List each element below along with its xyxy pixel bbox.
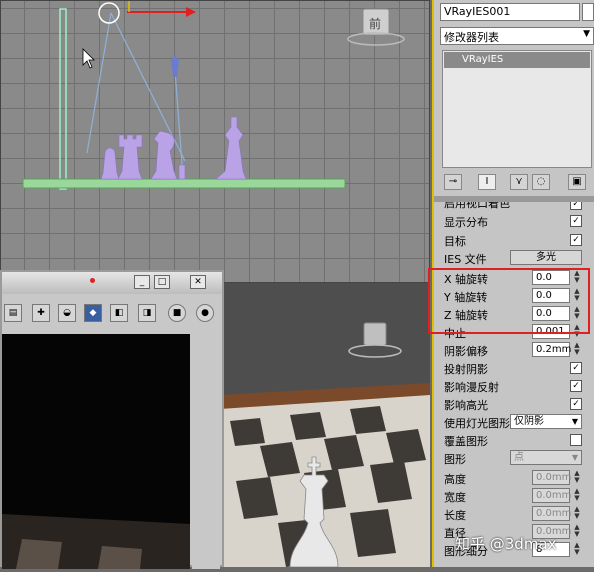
spinner-arrows-icon[interactable]: ▲ ▼ (572, 506, 582, 521)
mouse-cursor-icon (82, 48, 95, 69)
param-row: 影响漫反射 ✓ (442, 378, 582, 395)
tracking-icon[interactable]: ◧ (110, 304, 128, 322)
param-row: 目标 ✓ (442, 232, 582, 249)
param-label: 投射阴影 (444, 363, 488, 376)
close-button[interactable]: ✕ (190, 275, 206, 289)
render-globe-icon[interactable]: ● (196, 304, 214, 322)
param-label: 影响高光 (444, 399, 488, 412)
ies-light-icon[interactable] (98, 2, 120, 24)
spinner-arrows-icon[interactable]: ▲ ▼ (572, 342, 582, 357)
chess-pieces (100, 116, 247, 180)
param-row: 覆盖图形 (442, 432, 582, 449)
chevron-down-icon: ▼ (571, 417, 578, 426)
dropdown-value: 仅阴影 (514, 416, 544, 427)
chevron-down-icon: ▼ (571, 453, 578, 462)
param-label: 覆盖图形 (444, 435, 488, 448)
ies-file-button[interactable]: 多光 (510, 250, 582, 265)
save-image-icon[interactable]: ▤ (4, 304, 22, 322)
spinner-arrows-icon[interactable]: ▲ ▼ (572, 542, 582, 557)
viewcube-label: 前 (369, 17, 382, 31)
render-canvas (2, 334, 190, 569)
checkbox[interactable]: ✓ (570, 215, 582, 227)
target-marker-icon (171, 55, 179, 77)
copy-image-icon[interactable]: ✚ (32, 304, 50, 322)
param-label: 影响漫反射 (444, 381, 499, 394)
dropdown-select[interactable]: 点 ▼ (510, 450, 582, 465)
param-label: 使用灯光图形 (444, 417, 510, 430)
perspective-viewport[interactable] (220, 283, 430, 567)
clone-frame-icon[interactable]: ◒ (58, 304, 76, 322)
checkbox[interactable]: ✓ (570, 380, 582, 392)
object-name-field[interactable]: VRayIES001 (440, 3, 580, 21)
pin-stack-icon[interactable]: ⊸ (444, 174, 462, 190)
perspective-scene (220, 283, 430, 567)
dropdown-select[interactable]: 仅阴影 ▼ (510, 414, 582, 429)
window-titlebar[interactable]: _ □ ✕ (2, 272, 222, 294)
modifier-list-dropdown[interactable]: 修改器列表 ▼ (440, 27, 594, 45)
modifier-stack: VRayIES (442, 50, 592, 168)
param-row: 显示分布 ✓ (442, 213, 582, 230)
param-label: IES 文件 (444, 253, 487, 266)
spinner-field[interactable]: 0.0mm (532, 488, 571, 503)
stop-render-icon[interactable]: ■ (168, 304, 186, 322)
render-frame-window[interactable]: _ □ ✕ ▤ ✚ ◒ ◆ ◧ ◨ ■ ● (0, 270, 224, 569)
param-label: 图形 (444, 453, 466, 466)
configure-modifier-sets-icon[interactable]: ▣ (568, 174, 586, 190)
channel-toggle-icon[interactable]: ◆ (84, 304, 102, 322)
highlight-box (428, 268, 590, 334)
spinner-arrows-icon[interactable]: ▲ ▼ (572, 524, 582, 539)
param-row: 阴影偏移 0.2mm ▲ ▼ (442, 342, 582, 359)
spinner-field[interactable]: 0.0mm (532, 470, 571, 485)
param-label: 阴影偏移 (444, 345, 488, 358)
param-row: 高度 0.0mm ▲ ▼ (442, 470, 582, 487)
param-label: 显示分布 (444, 216, 488, 229)
param-label: 长度 (444, 509, 466, 522)
spinner-field[interactable]: 0.2mm (532, 342, 571, 357)
x-axis-arrow-icon (186, 7, 196, 17)
watermark: 知乎 @3dmax (455, 535, 557, 553)
chevron-down-icon: ▼ (583, 29, 590, 39)
param-row: 图形点 ▼ (442, 450, 582, 467)
stack-item[interactable]: VRayIES (444, 52, 590, 68)
maximize-button[interactable]: □ (154, 275, 170, 289)
front-viewport-scene (22, 1, 405, 190)
recording-dot-icon (90, 278, 95, 283)
dropdown-value: 点 (514, 452, 524, 463)
param-row: 长度 0.0mm ▲ ▼ (442, 506, 582, 523)
modifier-list-label: 修改器列表 (444, 31, 499, 44)
parameters-rollout: 启用视口着色 ✓ 显示分布 ✓ 目标 ✓ IES 文件 多光 X 轴旋转 0.0 ▲ ▼ Y 轴旋转… (434, 202, 594, 567)
param-label: 宽度 (444, 491, 466, 504)
param-row: 影响高光 ✓ (442, 396, 582, 413)
param-row: 宽度 0.0mm ▲ ▼ (442, 488, 582, 505)
light-frame (59, 8, 67, 190)
checkbox[interactable]: ✓ (570, 234, 582, 246)
make-unique-icon[interactable]: ⋎ (510, 174, 528, 190)
checkbox[interactable] (570, 434, 582, 446)
checkbox[interactable]: ✓ (570, 398, 582, 410)
checkbox[interactable]: ✓ (570, 202, 582, 210)
show-end-result-icon[interactable]: I (478, 174, 496, 190)
render-window-side (192, 334, 220, 569)
param-row: 使用灯光图形 仅阴影 ▼ (442, 414, 582, 431)
minimize-button[interactable]: _ (134, 275, 150, 289)
param-row: IES 文件 多光 (442, 250, 582, 267)
ground-plane (22, 178, 346, 189)
remove-modifier-icon[interactable]: ◌ (532, 174, 550, 190)
spinner-arrows-icon[interactable]: ▲ ▼ (572, 488, 582, 503)
param-row: 投射阴影 ✓ (442, 360, 582, 377)
display-options-icon[interactable]: ◨ (138, 304, 156, 322)
front-viewport[interactable]: 前 (0, 0, 430, 283)
spinner-field[interactable]: 0.0mm (532, 506, 571, 521)
param-label: 高度 (444, 473, 466, 486)
param-label: 目标 (444, 235, 466, 248)
viewcube-persp-icon[interactable] (363, 322, 387, 346)
checkbox[interactable]: ✓ (570, 362, 582, 374)
spinner-arrows-icon[interactable]: ▲ ▼ (572, 470, 582, 485)
object-color-swatch[interactable] (582, 3, 594, 21)
